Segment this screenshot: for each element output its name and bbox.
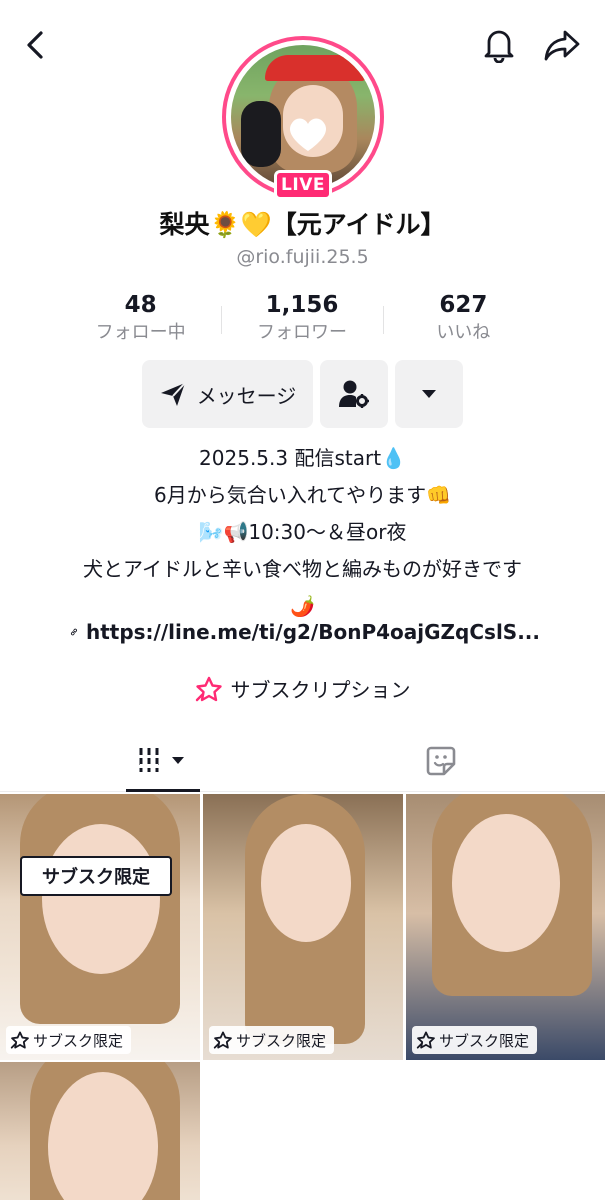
subscription-tag-label: サブスク限定 bbox=[236, 1031, 327, 1050]
chevron-left-icon bbox=[27, 31, 43, 59]
subscription-label: サブスクリプション bbox=[230, 678, 411, 702]
stat-value: 627 bbox=[439, 292, 488, 318]
sticker-icon bbox=[426, 746, 456, 776]
user-settings-icon bbox=[339, 380, 369, 408]
exclusive-overlay: サブスク限定 bbox=[20, 856, 172, 896]
bell-icon bbox=[484, 30, 514, 63]
stat-label: いいね bbox=[436, 322, 491, 343]
display-name: 梨央🌻💛【元アイドル】 bbox=[159, 210, 446, 239]
avatar bbox=[231, 45, 375, 189]
subscription-star-icon bbox=[416, 1031, 435, 1049]
tab-stickers[interactable] bbox=[404, 730, 478, 792]
stat-likes[interactable]: 627 いいね bbox=[382, 290, 544, 350]
stat-followers[interactable]: 1,156 フォロワー bbox=[221, 290, 382, 350]
bio-link[interactable]: https://line.me/ti/g2/BonP4oajGZqCslS... bbox=[70, 620, 540, 644]
tab-videos[interactable] bbox=[126, 730, 200, 792]
bio-link-text: https://line.me/ti/g2/BonP4oajGZqCslS... bbox=[85, 620, 540, 644]
heart-sticker-icon bbox=[289, 118, 327, 151]
bio-line: 2025.5.3 配信start💧 bbox=[199, 446, 406, 470]
grid-bars-icon bbox=[139, 747, 184, 772]
video-thumbnail[interactable]: サブスク限定 サブスク限定 bbox=[0, 794, 200, 1060]
subscription-star-icon bbox=[10, 1031, 29, 1049]
bio-line: 🌬️📢10:30〜＆昼or夜 bbox=[198, 520, 407, 544]
notification-button[interactable] bbox=[478, 24, 520, 66]
subscription-link[interactable]: サブスクリプション bbox=[0, 674, 605, 703]
bio-line: 6月から気合い入れてやります👊 bbox=[153, 483, 452, 507]
message-button-label: メッセージ bbox=[196, 383, 297, 408]
subscription-star-icon bbox=[195, 676, 222, 701]
message-button[interactable]: メッセージ bbox=[142, 360, 313, 428]
subscription-tag: サブスク限定 bbox=[209, 1026, 335, 1054]
share-button[interactable] bbox=[540, 24, 584, 66]
subscription-star-icon bbox=[213, 1031, 232, 1049]
follow-settings-button[interactable] bbox=[320, 360, 388, 428]
more-button[interactable] bbox=[395, 360, 463, 428]
subscription-tag: サブスク限定 bbox=[6, 1026, 132, 1054]
live-badge[interactable]: LIVE bbox=[274, 170, 332, 200]
send-icon bbox=[160, 382, 186, 406]
stat-value: 1,156 bbox=[265, 292, 339, 318]
bio-line: 犬とアイドルと辛い食べ物と編みものが好きです bbox=[83, 557, 522, 581]
username-handle: @rio.fujii.25.5 bbox=[236, 246, 369, 268]
profile-stats: 48 フォロー中 1,156 フォロワー 627 いいね bbox=[60, 290, 544, 350]
stat-following[interactable]: 48 フォロー中 bbox=[60, 290, 221, 350]
subscription-tag: サブスク限定 bbox=[412, 1026, 538, 1054]
video-thumbnail[interactable]: サブスク限定 bbox=[406, 794, 605, 1060]
share-arrow-icon bbox=[544, 30, 580, 61]
stat-label: フォロー中 bbox=[95, 322, 186, 343]
profile-bio: 2025.5.3 配信start💧 6月から気合い入れてやります👊 🌬️📢10:… bbox=[0, 440, 605, 625]
subscription-tag-label: サブスク限定 bbox=[439, 1031, 530, 1050]
video-thumbnail[interactable] bbox=[0, 1062, 200, 1200]
subscription-tag-label: サブスク限定 bbox=[33, 1031, 124, 1050]
back-button[interactable] bbox=[14, 24, 56, 66]
link-icon bbox=[71, 628, 77, 636]
video-thumbnail[interactable]: サブスク限定 bbox=[203, 794, 403, 1060]
content-tabs bbox=[0, 730, 605, 792]
stat-label: フォロワー bbox=[256, 322, 347, 343]
stat-value: 48 bbox=[124, 292, 157, 318]
caret-down-icon bbox=[422, 390, 436, 398]
profile-actions: メッセージ bbox=[142, 360, 463, 428]
